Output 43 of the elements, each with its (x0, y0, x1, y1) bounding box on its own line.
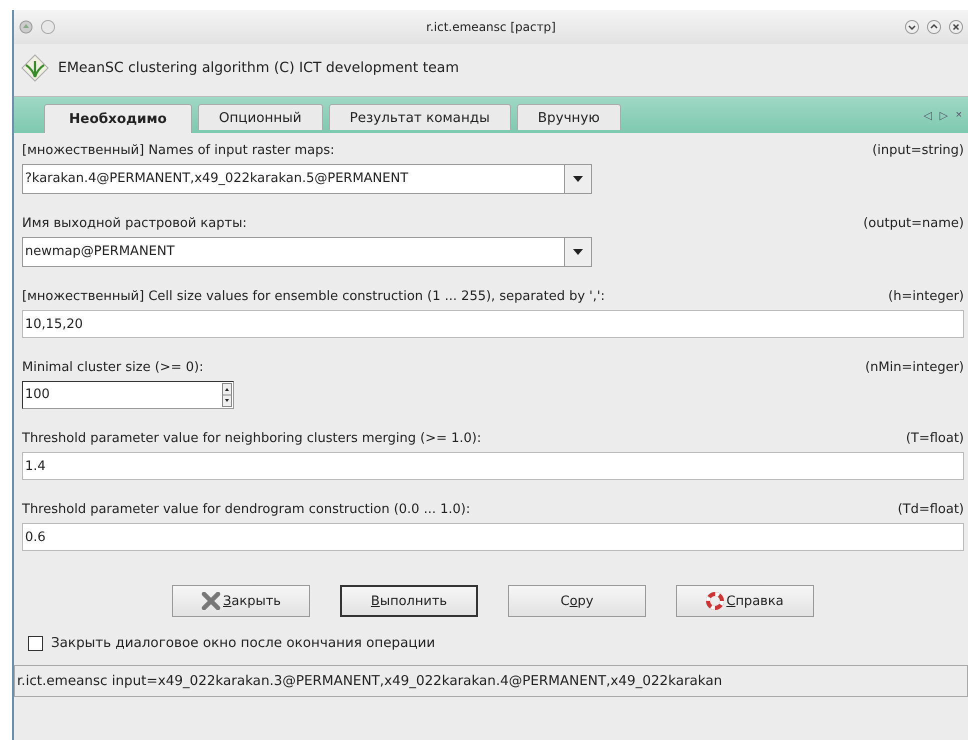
tab[interactable]: Вручную (516, 104, 621, 130)
grass-logo-icon (20, 53, 50, 83)
field-label: [множественный] Names of input raster maps: (22, 143, 335, 158)
input-field[interactable]: 0.6 (22, 523, 964, 551)
tab[interactable]: Опционный (198, 104, 323, 130)
checkbox[interactable] (28, 636, 43, 650)
field-label: Threshold parameter value for neighboring clusters merging (>= 1.0): (22, 431, 482, 446)
parameter-name: (nMin=integer) (865, 360, 964, 375)
checkbox-label: Закрыть диалоговое окно после окончания операции (51, 635, 436, 651)
field-label: [множественный] Cell size values for ensemble construction (1 ... 255), separated by ',': (22, 289, 605, 304)
dialog-button[interactable]: Выполнить (340, 585, 478, 617)
parameter-name: (T=float) (906, 431, 964, 446)
dialog-button[interactable]: Справка (676, 585, 814, 617)
tab-control[interactable]: × (954, 108, 964, 122)
tab[interactable]: Необходимо (44, 104, 192, 133)
input-field[interactable]: 1.4 (22, 452, 964, 480)
lifebuoy-icon (706, 592, 724, 610)
window-title: r.ict.emeansc [растр] (426, 20, 556, 34)
dropdown-arrow-icon[interactable] (573, 176, 583, 182)
field-label: Имя выходной растровой карты: (22, 216, 247, 231)
minimize-icon[interactable] (904, 19, 920, 35)
parameter-name: (Td=float) (898, 502, 964, 517)
spin-box[interactable]: 100 (22, 381, 234, 409)
tab[interactable]: Результат команды (328, 104, 511, 130)
field-label: Threshold parameter value for dendrogram construction (0.0 ... 1.0): (22, 502, 470, 517)
field-label: Minimal cluster size (>= 0): (22, 360, 204, 375)
parameter-name: (h=integer) (888, 289, 964, 304)
close-icon[interactable] (948, 19, 964, 35)
combo-box[interactable]: newmap@PERMANENT (22, 237, 592, 267)
spin-arrows-icon[interactable] (222, 383, 232, 407)
status-bar: r.ict.emeansc input=x49_022karakan.3@PERMANENT,x49_022karakan.4@PERMANENT,x49_022karakan (14, 665, 968, 697)
dialog-button[interactable]: Copy (508, 585, 646, 617)
dropdown-arrow-icon[interactable] (573, 249, 583, 255)
tab-control[interactable]: ◁ (922, 108, 934, 122)
tab-control[interactable]: ▷ (938, 108, 950, 122)
combo-box[interactable]: ?karakan.4@PERMANENT,x49_022karakan.5@PERMANENT (22, 164, 592, 194)
close-x-icon (201, 592, 222, 610)
maximize-icon[interactable] (926, 19, 942, 35)
parameter-name: (input=string) (872, 143, 964, 158)
dialog-button[interactable]: Закрыть (172, 585, 310, 617)
input-field[interactable]: 10,15,20 (22, 310, 964, 338)
header-text: EMeanSC clustering algorithm (C) ICT development team (58, 60, 460, 76)
parameter-name: (output=name) (863, 216, 964, 231)
